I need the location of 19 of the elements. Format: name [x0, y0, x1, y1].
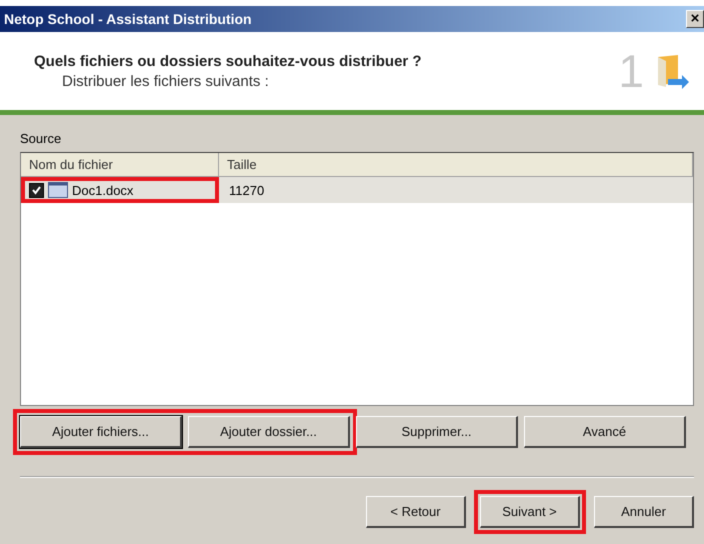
window-title: Netop School - Assistant Distribution — [4, 11, 252, 27]
wizard-heading: Quels fichiers ou dossiers souhaitez-vous distribuer ? — [34, 52, 422, 70]
column-header[interactable]: Nom du fichier — [21, 153, 219, 177]
wizard-subheading: Distribuer les fichiers suivants : — [61, 72, 270, 90]
action-button[interactable]: Ajouter fichiers... — [20, 416, 182, 448]
action-button[interactable]: Supprimer... — [356, 416, 518, 448]
nav-button[interactable]: Suivant > — [480, 496, 580, 528]
file-name: Doc1.docx — [72, 182, 134, 198]
source-label: Source — [20, 131, 62, 146]
checkbox[interactable] — [29, 182, 44, 198]
nav-button[interactable]: < Retour — [366, 496, 466, 528]
file-row[interactable]: Doc1.docx 11270 — [21, 177, 693, 203]
column-header[interactable]: Taille — [219, 153, 693, 177]
close-button[interactable]: × — [686, 10, 704, 28]
window-file-icon — [48, 182, 68, 198]
file-size: 11270 — [228, 182, 266, 198]
nav-button[interactable]: Annuler — [594, 496, 694, 528]
action-button[interactable]: Ajouter dossier... — [188, 416, 350, 448]
action-button[interactable]: Avancé — [524, 416, 686, 448]
